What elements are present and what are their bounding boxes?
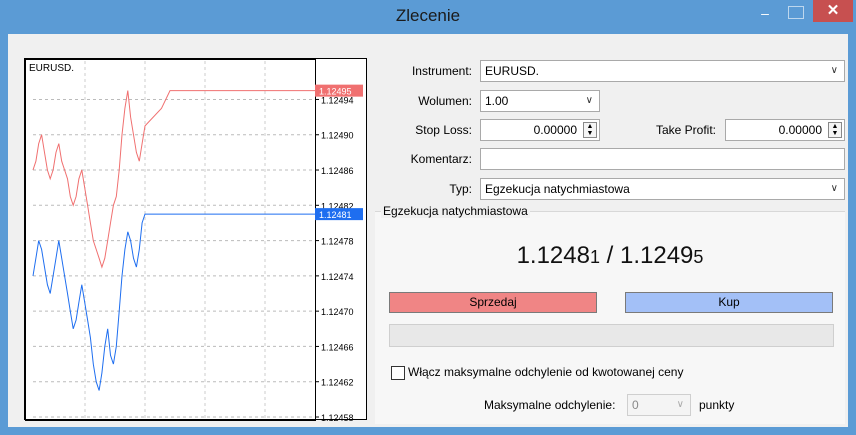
volume-combo[interactable]: 1.00 ∨ — [480, 90, 600, 112]
instrument-label: Instrument: — [411, 64, 472, 78]
bid-price: 1.1248 — [516, 242, 590, 269]
quote-separator: / — [599, 242, 620, 269]
chevron-down-icon: ∨ — [830, 65, 838, 76]
price-tick-label: 1.12478 — [321, 237, 354, 247]
minimize-button[interactable]: – — [753, 4, 777, 24]
take-profit-input[interactable]: 0.00000 ▲ ▼ — [725, 119, 845, 141]
execution-group-title: Egzekucja natychmiastowa — [381, 204, 530, 218]
bid-price-tag: 1.12481 — [319, 210, 352, 220]
max-deviation-input[interactable]: 0 ∨ — [627, 394, 691, 416]
plot-frame — [25, 59, 316, 421]
buy-button[interactable]: Kup — [625, 292, 833, 313]
dialog-body: 1.12494 1.12490 1.12486 1.12482 1.12478 1.124… — [8, 34, 848, 427]
volume-value: 1.00 — [485, 94, 509, 108]
stop-loss-value: 0.00000 — [533, 123, 577, 137]
price-tick-label: 1.12486 — [321, 166, 354, 176]
chevron-down-icon: ∨ — [676, 399, 684, 410]
max-deviation-label: Maksymalne odchylenie: — [484, 398, 616, 412]
max-deviation-checkbox-label[interactable]: Włącz maksymalne odchylenie od kwotowane… — [408, 365, 683, 379]
status-bar — [389, 324, 834, 347]
stop-loss-spinner-icon[interactable]: ▲ ▼ — [583, 122, 597, 138]
chevron-down-icon: ∨ — [830, 183, 838, 194]
comment-label: Komentarz: — [410, 152, 472, 166]
stop-loss-label: Stop Loss: — [415, 123, 472, 137]
sell-button[interactable]: Sprzedaj — [389, 292, 597, 313]
ask-price: 1.1249 — [620, 242, 694, 269]
price-tick-label: 1.12462 — [321, 378, 354, 388]
type-value: Egzekucja natychmiastowa — [485, 182, 630, 196]
price-tick-label: 1.12466 — [321, 342, 354, 352]
type-select[interactable]: Egzekucja natychmiastowa ∨ — [480, 178, 845, 200]
price-tick-label: 1.12474 — [321, 272, 354, 282]
max-deviation-checkbox[interactable] — [391, 366, 405, 380]
bid-price-last-digit: 1 — [589, 247, 600, 267]
instrument-value: EURUSD. — [485, 64, 540, 78]
price-tick-label: 1.12490 — [321, 131, 354, 141]
ask-price-last-digit: 5 — [693, 247, 704, 267]
quote-display: 1.12481 / 1.12495 — [375, 242, 845, 270]
title-bar[interactable]: Zlecenie – ✕ — [0, 0, 856, 34]
order-window: Zlecenie – ✕ 1.12494 1.12490 1.12486 1.1248… — [0, 0, 856, 435]
take-profit-value: 0.00000 — [778, 123, 822, 137]
close-button[interactable]: ✕ — [813, 0, 853, 22]
price-tick-label: 1.12470 — [321, 307, 354, 317]
volume-label: Wolumen: — [418, 94, 472, 108]
comment-input[interactable] — [480, 148, 845, 170]
price-tick-label: 1.12494 — [321, 95, 354, 105]
tick-chart: 1.12494 1.12490 1.12486 1.12482 1.12478 1.124… — [24, 58, 367, 421]
max-deviation-value: 0 — [632, 398, 639, 412]
max-deviation-unit: punkty — [699, 398, 735, 412]
price-tick-label: 1.12458 — [321, 413, 354, 421]
ask-price-tag: 1.12495 — [319, 87, 352, 97]
take-profit-spinner-icon[interactable]: ▲ ▼ — [828, 122, 842, 138]
instrument-select[interactable]: EURUSD. ∨ — [480, 60, 845, 82]
chevron-down-icon: ∨ — [585, 95, 593, 106]
stop-loss-input[interactable]: 0.00000 ▲ ▼ — [480, 119, 600, 141]
type-label: Typ: — [449, 182, 472, 196]
chart-symbol: EURUSD. — [29, 63, 75, 74]
tick-chart-svg: 1.124941.124901.124861.124821.124781.124… — [25, 59, 363, 421]
take-profit-label: Take Profit: — [655, 123, 716, 137]
maximize-button[interactable] — [788, 6, 804, 19]
window-title: Zlecenie — [395, 6, 461, 25]
